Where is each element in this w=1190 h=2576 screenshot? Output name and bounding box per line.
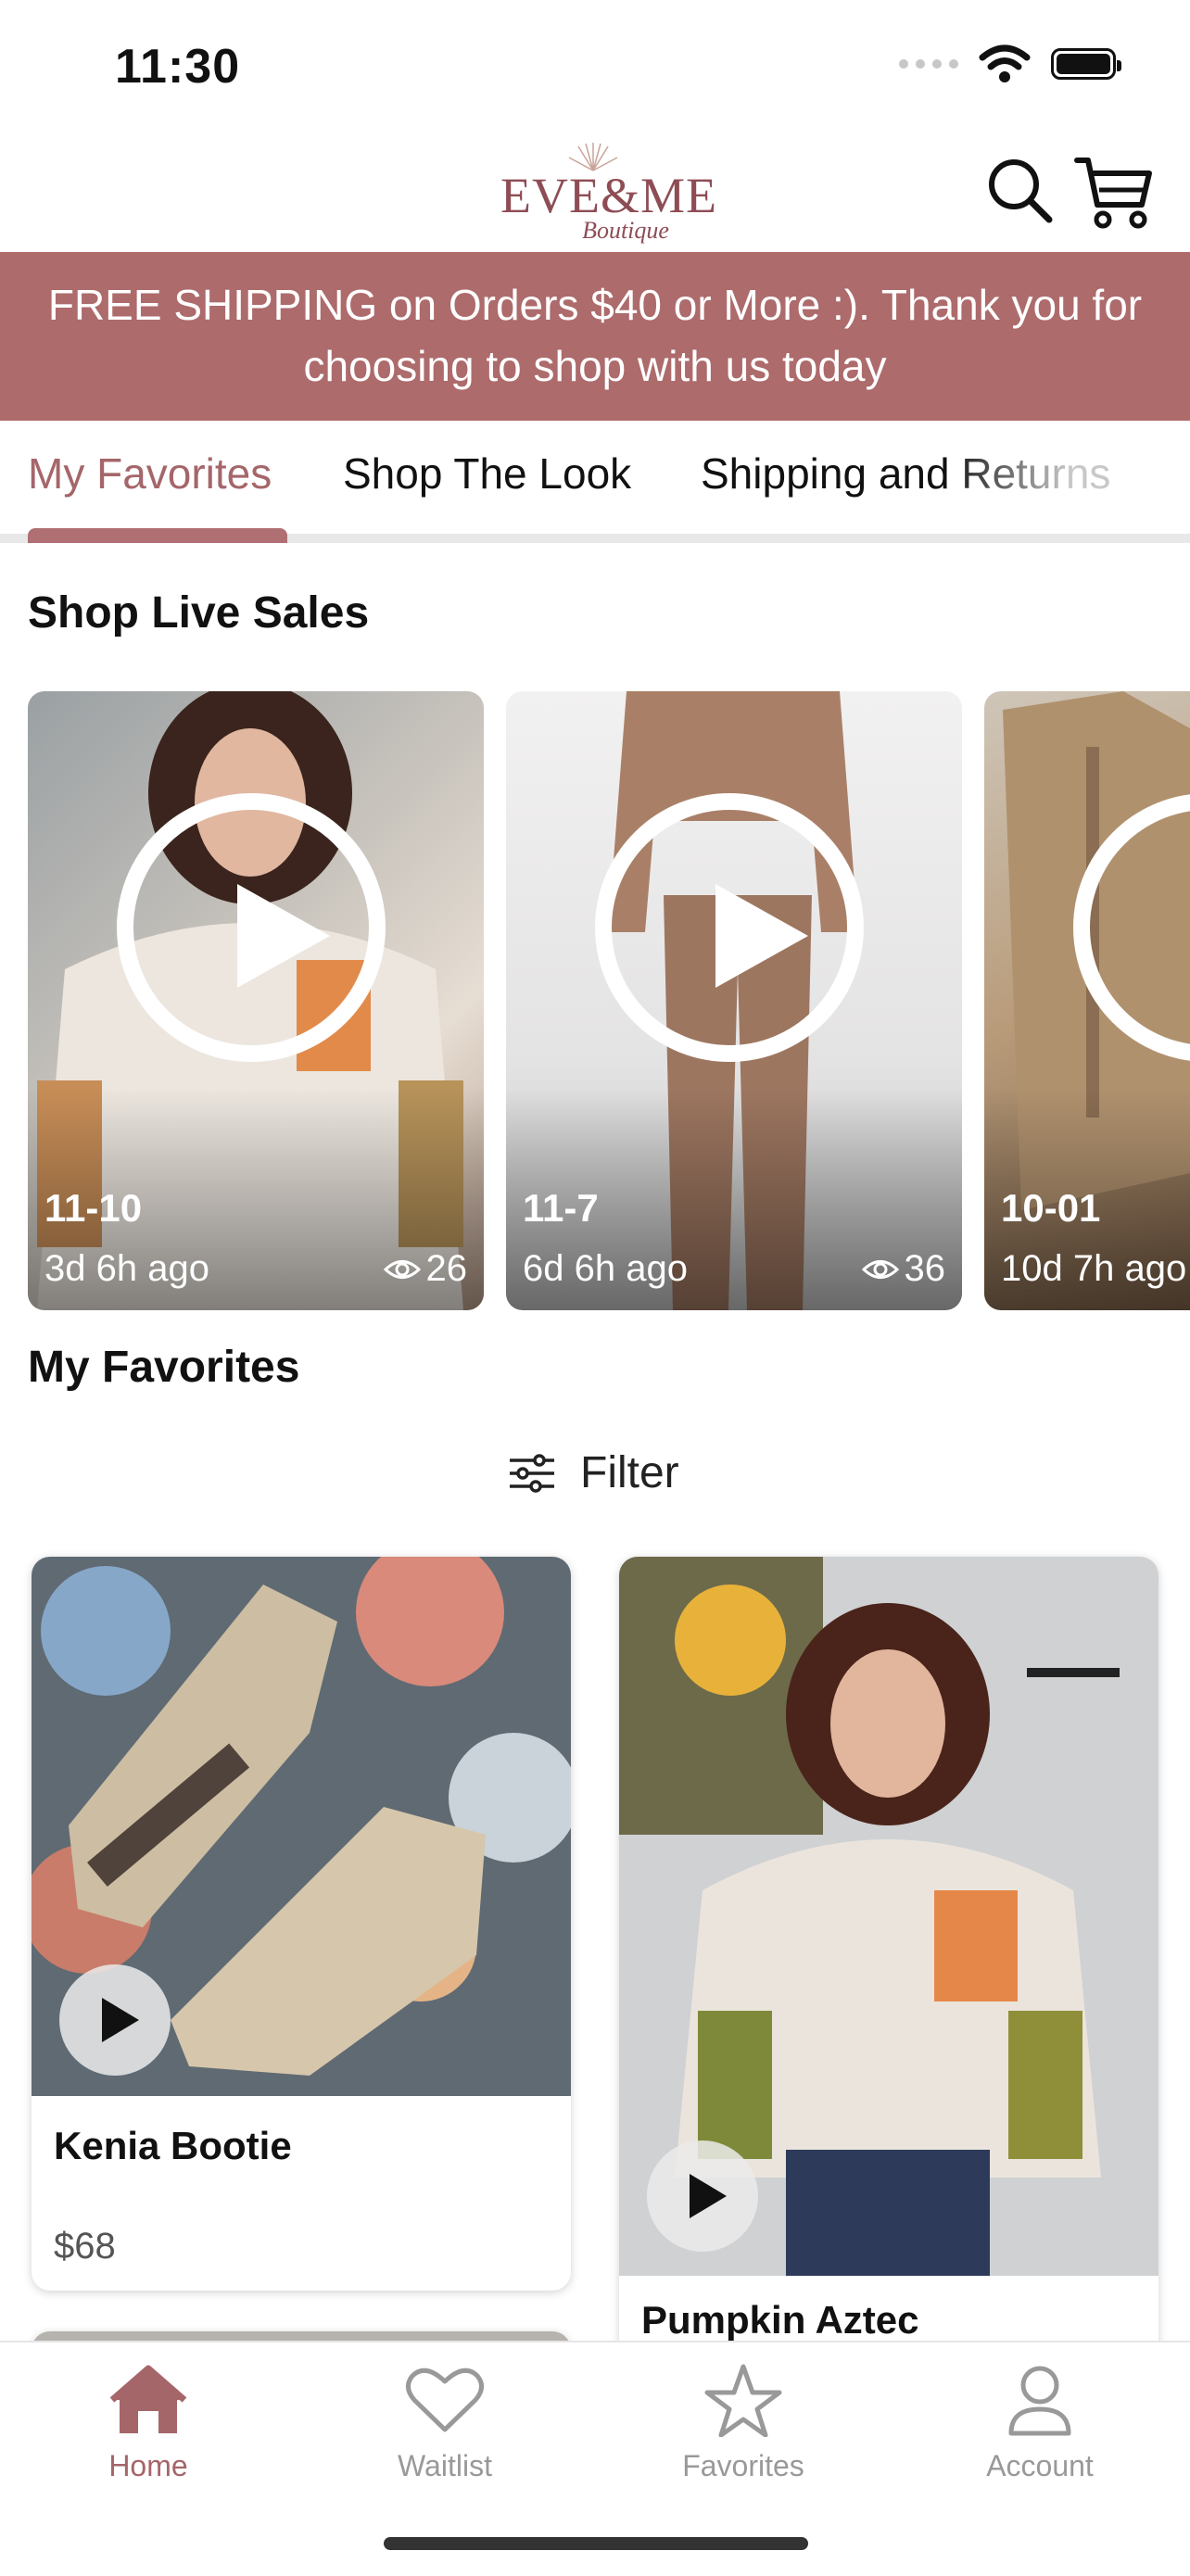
home-indicator[interactable]	[384, 2537, 808, 2550]
section-title-favorites: My Favorites	[28, 1343, 300, 1392]
heart-icon	[406, 2368, 484, 2432]
filter-sliders-icon	[510, 1453, 554, 1493]
status-icons	[899, 44, 1121, 83]
play-icon[interactable]	[595, 793, 864, 1062]
cart-button[interactable]	[1073, 153, 1157, 232]
live-sale-views: 26	[383, 1248, 468, 1290]
eye-icon	[861, 1259, 899, 1279]
banner-line-1: FREE SHIPPING on Orders $40 or More :). …	[47, 281, 1143, 329]
live-sale-time: 10d 7h ago	[1001, 1248, 1187, 1289]
nav-favorites[interactable]: Favorites	[660, 2363, 827, 2483]
live-sale-views: 36	[861, 1248, 946, 1290]
logo-text: EVE&ME	[500, 168, 717, 223]
cart-icon	[1074, 158, 1152, 229]
wifi-icon	[979, 44, 1031, 82]
nav-waitlist[interactable]: Waitlist	[361, 2363, 528, 2483]
filter-label: Filter	[580, 1448, 679, 1497]
eye-icon	[383, 1259, 421, 1279]
nav-label: Favorites	[682, 2449, 804, 2482]
status-time: 11:30	[115, 40, 241, 94]
promo-banner[interactable]: FREE SHIPPING on Orders $40 or More :). …	[0, 252, 1190, 421]
nav-label: Home	[108, 2449, 188, 2482]
search-button[interactable]	[982, 153, 1057, 227]
view-count: 26	[425, 1248, 468, 1289]
live-sale-card[interactable]: 11-10 3d 6h ago 26	[28, 691, 484, 1310]
video-play-icon[interactable]	[59, 1964, 171, 2076]
product-name: Kenia Bootie	[54, 2124, 292, 2167]
tab-shipping-returns[interactable]: Shipping and Returns	[701, 448, 1110, 499]
nav-home[interactable]: Home	[65, 2363, 232, 2483]
product-name: Pumpkin Aztec	[641, 2298, 919, 2342]
active-tab-indicator	[28, 528, 287, 543]
live-sale-name: 11-7	[523, 1186, 599, 1230]
live-sale-card[interactable]: 11-7 6d 6h ago 36	[506, 691, 962, 1310]
tab-bar: My Favorites Shop The Look Shipping and …	[0, 421, 1190, 543]
product-card[interactable]: Pumpkin Aztec	[619, 1557, 1158, 2372]
filter-button[interactable]: Filter	[508, 1447, 679, 1498]
tab-shop-the-look[interactable]: Shop The Look	[343, 448, 631, 499]
nav-account[interactable]: Account	[956, 2363, 1123, 2483]
product-card[interactable]: Kenia Bootie $68	[32, 1557, 571, 2291]
product-price: $68	[54, 2226, 116, 2267]
star-icon	[704, 2364, 782, 2438]
search-icon	[989, 159, 1053, 223]
live-sale-name: 11-10	[44, 1186, 143, 1230]
banner-line-2: choosing to shop with us today	[303, 342, 887, 390]
video-play-icon[interactable]	[647, 2140, 758, 2252]
play-icon[interactable]	[117, 793, 386, 1062]
person-icon	[1008, 2366, 1071, 2436]
nav-label: Waitlist	[398, 2449, 492, 2482]
live-sale-card[interactable]: 10-01 10d 7h ago	[984, 691, 1190, 1310]
battery-icon	[1051, 48, 1121, 80]
live-sale-time: 3d 6h ago	[44, 1248, 209, 1289]
signal-icon	[899, 59, 958, 69]
nav-label: Account	[986, 2449, 1094, 2482]
section-title-live-sales: Shop Live Sales	[28, 588, 370, 638]
tab-my-favorites[interactable]: My Favorites	[28, 448, 272, 499]
home-icon	[109, 2365, 187, 2433]
live-sale-time: 6d 6h ago	[523, 1248, 688, 1289]
logo-subtext: Boutique	[582, 217, 669, 244]
view-count: 36	[904, 1248, 946, 1289]
live-sale-name: 10-01	[1001, 1186, 1101, 1230]
brand-logo[interactable]: EVE&ME Boutique	[500, 139, 717, 250]
